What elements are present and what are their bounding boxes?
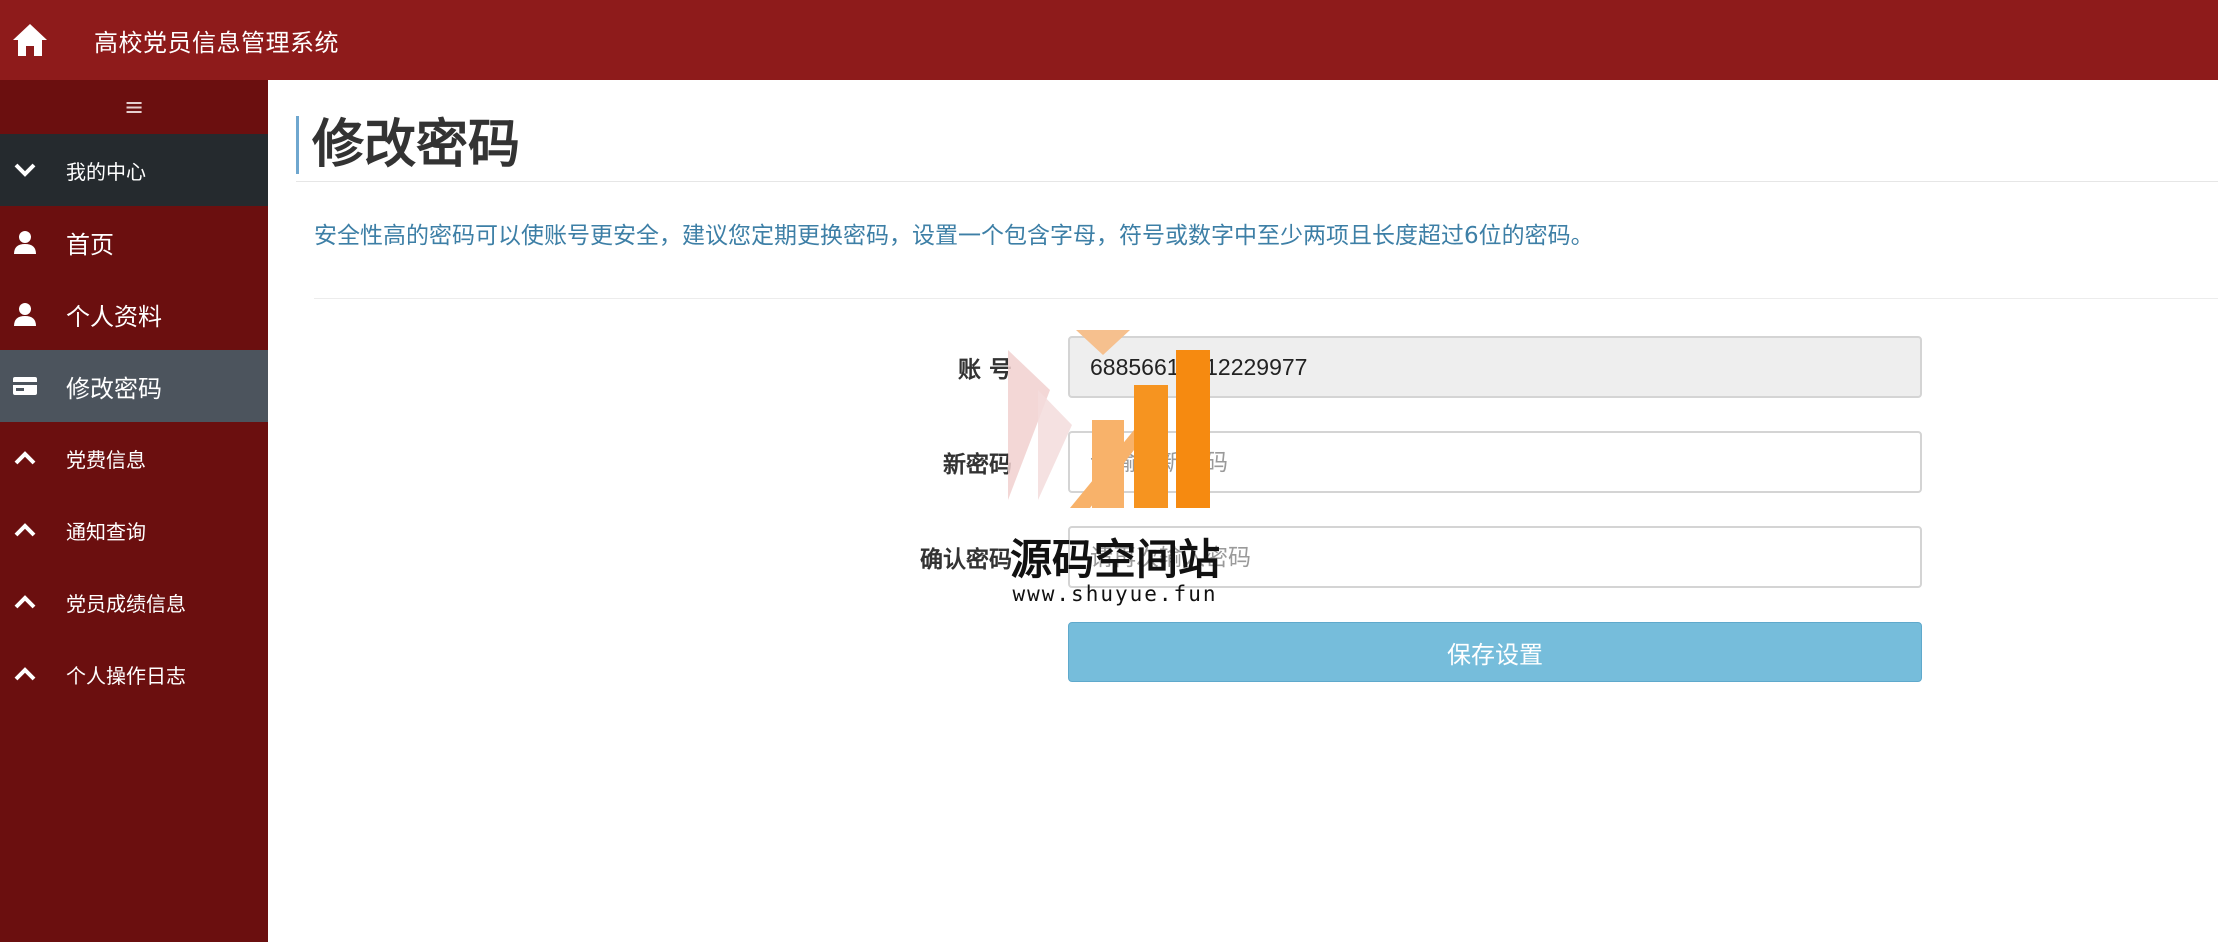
sidebar-item-label: 个人操作日志	[66, 663, 186, 688]
home-icon[interactable]	[6, 16, 54, 64]
confirm-password-row: 确认密码	[268, 526, 2218, 588]
new-password-field[interactable]	[1068, 431, 1922, 493]
sidebar-item-notices[interactable]: 通知查询	[0, 494, 268, 566]
sidebar-item-operation-log[interactable]: 个人操作日志	[0, 638, 268, 710]
divider	[314, 298, 2218, 299]
sidebar: ≡ 我的中心 首页 个人资料 修改密码 党费信息 通知查询 党员成绩信息 个人操…	[0, 80, 268, 942]
new-password-row: 新密码	[268, 431, 2218, 493]
sidebar-item-label: 个人资料	[66, 302, 162, 331]
account-row: 账 号	[268, 336, 2218, 398]
sidebar-toggle-button[interactable]: ≡	[0, 80, 268, 134]
confirm-password-label: 确认密码	[920, 547, 1012, 573]
user-icon	[12, 229, 38, 255]
sidebar-item-party-fee[interactable]: 党费信息	[0, 422, 268, 494]
account-field[interactable]	[1068, 336, 1922, 398]
password-notice: 安全性高的密码可以使账号更安全，建议您定期更换密码，设置一个包含字母，符号或数字…	[314, 223, 1594, 249]
save-settings-button[interactable]: 保存设置	[1068, 622, 1922, 682]
sidebar-item-label: 修改密码	[66, 374, 162, 403]
page-header: 修改密码	[296, 108, 2218, 182]
sidebar-item-home[interactable]: 首页	[0, 206, 268, 278]
card-icon	[12, 373, 38, 399]
sidebar-item-label: 党员成绩信息	[66, 591, 186, 616]
user-icon	[12, 301, 38, 327]
chevron-down-icon	[12, 157, 38, 183]
chevron-up-icon	[12, 517, 38, 543]
sidebar-item-profile[interactable]: 个人资料	[0, 278, 268, 350]
chevron-up-icon	[12, 589, 38, 615]
sidebar-item-label: 党费信息	[66, 447, 146, 472]
confirm-password-field[interactable]	[1068, 526, 1922, 588]
sidebar-item-change-password[interactable]: 修改密码	[0, 350, 268, 422]
app-title: 高校党员信息管理系统	[94, 28, 339, 57]
sidebar-section-my-center[interactable]: 我的中心	[0, 134, 268, 206]
chevron-up-icon	[12, 661, 38, 687]
sidebar-item-label: 通知查询	[66, 519, 146, 544]
page-title: 修改密码	[312, 115, 521, 175]
main-content: 修改密码 安全性高的密码可以使账号更安全，建议您定期更换密码，设置一个包含字母，…	[268, 80, 2218, 942]
chevron-up-icon	[12, 445, 38, 471]
account-label: 账 号	[957, 357, 1012, 383]
top-header: 高校党员信息管理系统	[0, 0, 2218, 80]
sidebar-item-label: 首页	[66, 230, 114, 259]
new-password-label: 新密码	[943, 452, 1012, 478]
title-accent-bar	[296, 116, 299, 174]
hamburger-icon: ≡	[123, 93, 145, 121]
sidebar-item-scores[interactable]: 党员成绩信息	[0, 566, 268, 638]
sidebar-section-label: 我的中心	[66, 159, 146, 184]
